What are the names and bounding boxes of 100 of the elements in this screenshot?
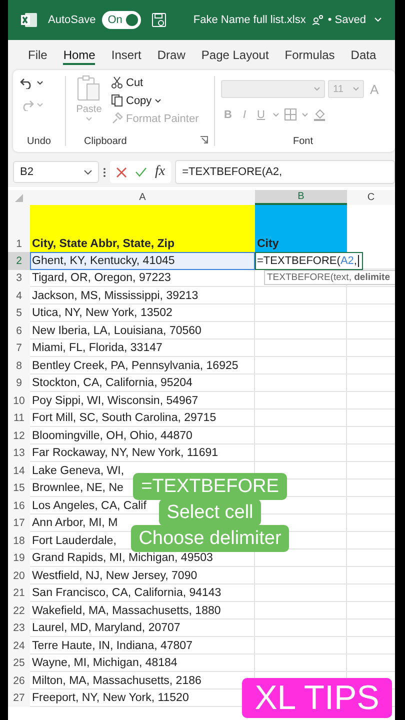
table-cell: Wayne, MI, Michigan, 48184 — [32, 657, 178, 670]
borders-icon[interactable] — [284, 108, 297, 121]
table-cell: Freeport, NY, New York, 11520 — [32, 692, 189, 704]
row-header[interactable]: 18 — [8, 532, 30, 550]
row-header[interactable]: 19 — [8, 550, 30, 567]
chevron-down-icon — [84, 170, 92, 174]
cancel-button[interactable] — [116, 166, 127, 178]
table-cell: Jackson, MS, Mississippi, 39213 — [32, 290, 198, 302]
group-label: Clipboard — [84, 136, 127, 149]
table-cell: Utica, NY, New York, 13502 — [32, 307, 172, 320]
group-label: Font — [292, 136, 314, 149]
row-header[interactable]: 24 — [8, 637, 30, 654]
checkmark-icon — [135, 167, 147, 177]
channel-badge: XL TIPS — [242, 678, 392, 718]
row-header[interactable]: 3 — [8, 270, 30, 287]
row-header[interactable]: 13 — [8, 444, 30, 462]
row-header[interactable]: 1 — [8, 205, 30, 252]
name-box[interactable]: B2 — [13, 161, 99, 183]
row-header[interactable]: 17 — [8, 514, 30, 532]
table-cell: City, State Abbr, State, Zip — [30, 205, 255, 252]
scissors-icon — [111, 76, 123, 89]
table-cell: Fort Lauderdale, — [32, 534, 116, 547]
table-cell: Bentley Creek, PA, Pennsylvania, 16925 — [32, 360, 238, 372]
clipboard-button[interactable]: Cut — [110, 75, 200, 90]
paintbrush-icon — [111, 112, 123, 125]
table-cell: Ann Arbor, MI, M — [32, 517, 118, 530]
row-header[interactable]: 23 — [8, 620, 30, 637]
autosave-toggle[interactable]: On — [102, 11, 142, 29]
row-header[interactable]: 25 — [8, 654, 30, 672]
more-options-icon[interactable] — [103, 166, 106, 178]
row-header[interactable]: 5 — [8, 304, 30, 322]
file-name: Fake Name full list.xlsx — [193, 14, 306, 26]
caret-icon — [37, 103, 43, 107]
caret-icon — [154, 98, 161, 102]
ribbon-tab[interactable]: Formulas — [276, 40, 343, 70]
ribbon-tab[interactable]: Insert — [103, 40, 150, 70]
row-header[interactable]: 22 — [8, 602, 30, 620]
people-icon — [312, 14, 324, 26]
autosave-label: AutoSave — [48, 14, 96, 26]
close-icon — [116, 166, 127, 178]
caption-text: Select cell — [158, 499, 262, 526]
table-cell: Laurel, MD, Maryland, 20707 — [32, 622, 180, 634]
caret-icon — [353, 87, 359, 91]
column-header[interactable]: A — [30, 190, 255, 205]
table-cell: Milton, MA, Massachusetts, 2186 — [32, 674, 202, 687]
table-cell: Bloomingville, OH, Ohio, 44870 — [32, 430, 192, 442]
column-header[interactable]: B — [255, 190, 347, 205]
row-header[interactable]: 11 — [8, 410, 30, 427]
row-header[interactable]: 15 — [8, 480, 30, 497]
table-cell: New Iberia, LA, Louisiana, 70560 — [32, 324, 202, 337]
ribbon-tab[interactable]: Home — [55, 40, 104, 70]
fill-bucket-icon[interactable] — [312, 108, 326, 121]
ribbon-tab[interactable]: Data — [342, 40, 384, 70]
row-header[interactable]: 10 — [8, 392, 30, 410]
caret-icon — [272, 112, 279, 116]
copy-icon — [111, 94, 123, 107]
table-cell: Los Angeles, CA, Calif — [32, 500, 146, 512]
clipboard-button[interactable]: Copy — [110, 93, 200, 108]
row-header[interactable]: 7 — [8, 340, 30, 357]
table-cell: Grand Rapids, MI, Michigan, 49503 — [32, 552, 213, 564]
row-header[interactable]: 8 — [8, 357, 30, 374]
row-header[interactable]: 16 — [8, 497, 30, 514]
table-cell: Wakefield, MA, Massachusetts, 1880 — [32, 604, 221, 617]
table-cell: Ghent, KY, Kentucky, 41045 — [30, 252, 255, 270]
ribbon-tab[interactable]: Draw — [149, 40, 194, 70]
caption-text: Choose delimiter — [130, 525, 290, 552]
row-header[interactable]: 21 — [8, 584, 30, 602]
caret-icon — [37, 81, 43, 85]
caret-icon — [86, 117, 92, 121]
row-header[interactable]: 27 — [8, 690, 30, 707]
select-all-icon[interactable] — [15, 194, 23, 202]
clipboard-icon — [76, 74, 102, 102]
caption-text: =TEXTBEFORE — [133, 473, 287, 500]
caret-icon[interactable] — [374, 17, 382, 23]
insert-function-button[interactable]: fx — [155, 164, 166, 180]
column-header[interactable]: C — [347, 190, 395, 205]
enter-button[interactable] — [135, 167, 147, 177]
row-header[interactable]: 2 — [8, 252, 30, 270]
table-cell: City — [255, 205, 347, 252]
row-header[interactable]: 9 — [8, 374, 30, 392]
ribbon-tab[interactable]: Page Layout — [193, 40, 277, 70]
row-header[interactable]: 20 — [8, 567, 30, 584]
table-cell: Lake Geneva, WI, — [32, 464, 124, 477]
caret-icon — [302, 112, 308, 116]
row-header[interactable]: 26 — [8, 672, 30, 690]
row-header[interactable]: 14 — [8, 462, 30, 480]
table-cell: Tigard, OR, Oregon, 97223 — [32, 272, 171, 284]
table-cell: Far Rockaway, NY, New York, 11691 — [32, 447, 218, 460]
table-cell: Terre Haute, IN, Indiana, 47807 — [32, 640, 192, 652]
cell-editor[interactable]: =TEXTBEFORE(A2, — [255, 252, 363, 270]
group-label: Undo — [26, 136, 52, 149]
function-tooltip: TEXTBEFORE(text, delimite — [264, 270, 395, 285]
save-status: • Saved — [328, 14, 366, 26]
table-cell: Westfield, NJ, New Jersey, 7090 — [32, 570, 198, 582]
row-header[interactable]: 6 — [8, 322, 30, 340]
dialog-launcher-icon[interactable] — [200, 136, 208, 144]
formula-field[interactable]: =TEXTBEFORE(A2, — [175, 160, 395, 184]
row-header[interactable]: 12 — [8, 427, 30, 444]
ribbon-tab[interactable]: File — [20, 40, 56, 70]
row-header[interactable]: 4 — [8, 287, 30, 304]
